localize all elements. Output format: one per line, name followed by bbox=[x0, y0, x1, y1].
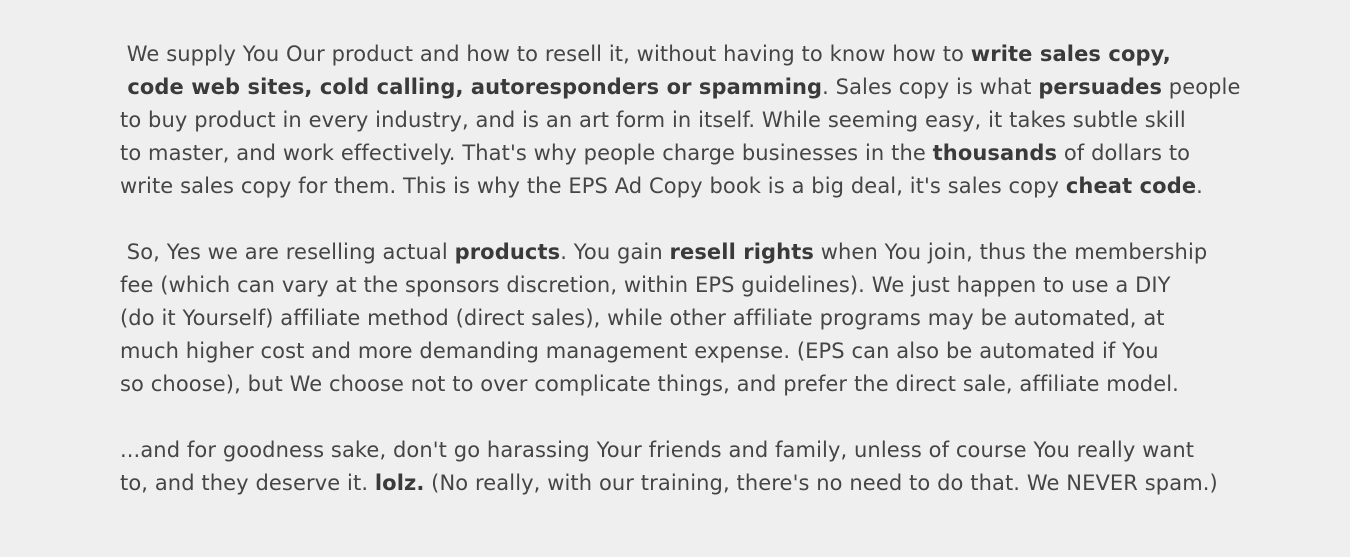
body-text: . You gain bbox=[560, 240, 670, 264]
body-text: ...and for goodness sake, don't go haras… bbox=[120, 438, 1195, 462]
body-text: of dollars to bbox=[1057, 141, 1191, 165]
text-line: much higher cost and more demanding mana… bbox=[120, 335, 1240, 368]
body-text: fee (which can vary at the sponsors disc… bbox=[120, 273, 1171, 297]
body-text: to buy product in every industry, and is… bbox=[120, 108, 1186, 132]
body-text: people bbox=[1162, 75, 1241, 99]
text-line: We supply You Our product and how to res… bbox=[120, 38, 1240, 71]
text-line: write sales copy for them. This is why t… bbox=[120, 170, 1240, 203]
body-text: when You join, thus the membership bbox=[813, 240, 1208, 264]
bold-text: products bbox=[454, 240, 561, 264]
body-text: So, Yes we are reselling actual bbox=[120, 240, 455, 264]
text-line: so choose), but We choose not to over co… bbox=[120, 368, 1240, 401]
body-text: (No really, with our training, there's n… bbox=[424, 471, 1218, 495]
bold-text: persuades bbox=[1038, 75, 1163, 99]
body-text: so choose), but We choose not to over co… bbox=[120, 372, 1179, 396]
text-line: ...and for goodness sake, don't go haras… bbox=[120, 434, 1240, 467]
text-line: code web sites, cold calling, autorespon… bbox=[120, 71, 1241, 104]
text-line: to buy product in every industry, and is… bbox=[120, 104, 1240, 137]
bold-text: write sales copy, bbox=[970, 42, 1171, 66]
article-body: We supply You Our product and how to res… bbox=[120, 38, 1240, 533]
text-line: to master, and work effectively. That's … bbox=[120, 137, 1240, 170]
body-text: . bbox=[1196, 174, 1203, 198]
paragraph: We supply You Our product and how to res… bbox=[120, 38, 1240, 203]
bold-text: cheat code bbox=[1065, 174, 1197, 198]
bold-text: resell rights bbox=[669, 240, 814, 264]
body-text: much higher cost and more demanding mana… bbox=[120, 339, 1159, 363]
text-line: (do it Yourself) affiliate method (direc… bbox=[120, 302, 1240, 335]
body-text: . Sales copy is what bbox=[822, 75, 1039, 99]
text-line: fee (which can vary at the sponsors disc… bbox=[120, 269, 1240, 302]
paragraph: ...and for goodness sake, don't go haras… bbox=[120, 434, 1240, 500]
body-text: to master, and work effectively. That's … bbox=[120, 141, 933, 165]
body-text: write sales copy for them. This is why t… bbox=[120, 174, 1066, 198]
paragraph: So, Yes we are reselling actual products… bbox=[120, 236, 1240, 401]
text-line: to, and they deserve it. lolz. (No reall… bbox=[120, 467, 1240, 500]
text-line: So, Yes we are reselling actual products… bbox=[120, 236, 1240, 269]
body-text: (do it Yourself) affiliate method (direc… bbox=[120, 306, 1165, 330]
body-text: to, and they deserve it. bbox=[120, 471, 375, 495]
body-text: We supply You Our product and how to res… bbox=[120, 42, 971, 66]
bold-text: thousands bbox=[932, 141, 1058, 165]
bold-text: code web sites, cold calling, autorespon… bbox=[120, 75, 823, 99]
bold-text: lolz. bbox=[374, 471, 425, 495]
